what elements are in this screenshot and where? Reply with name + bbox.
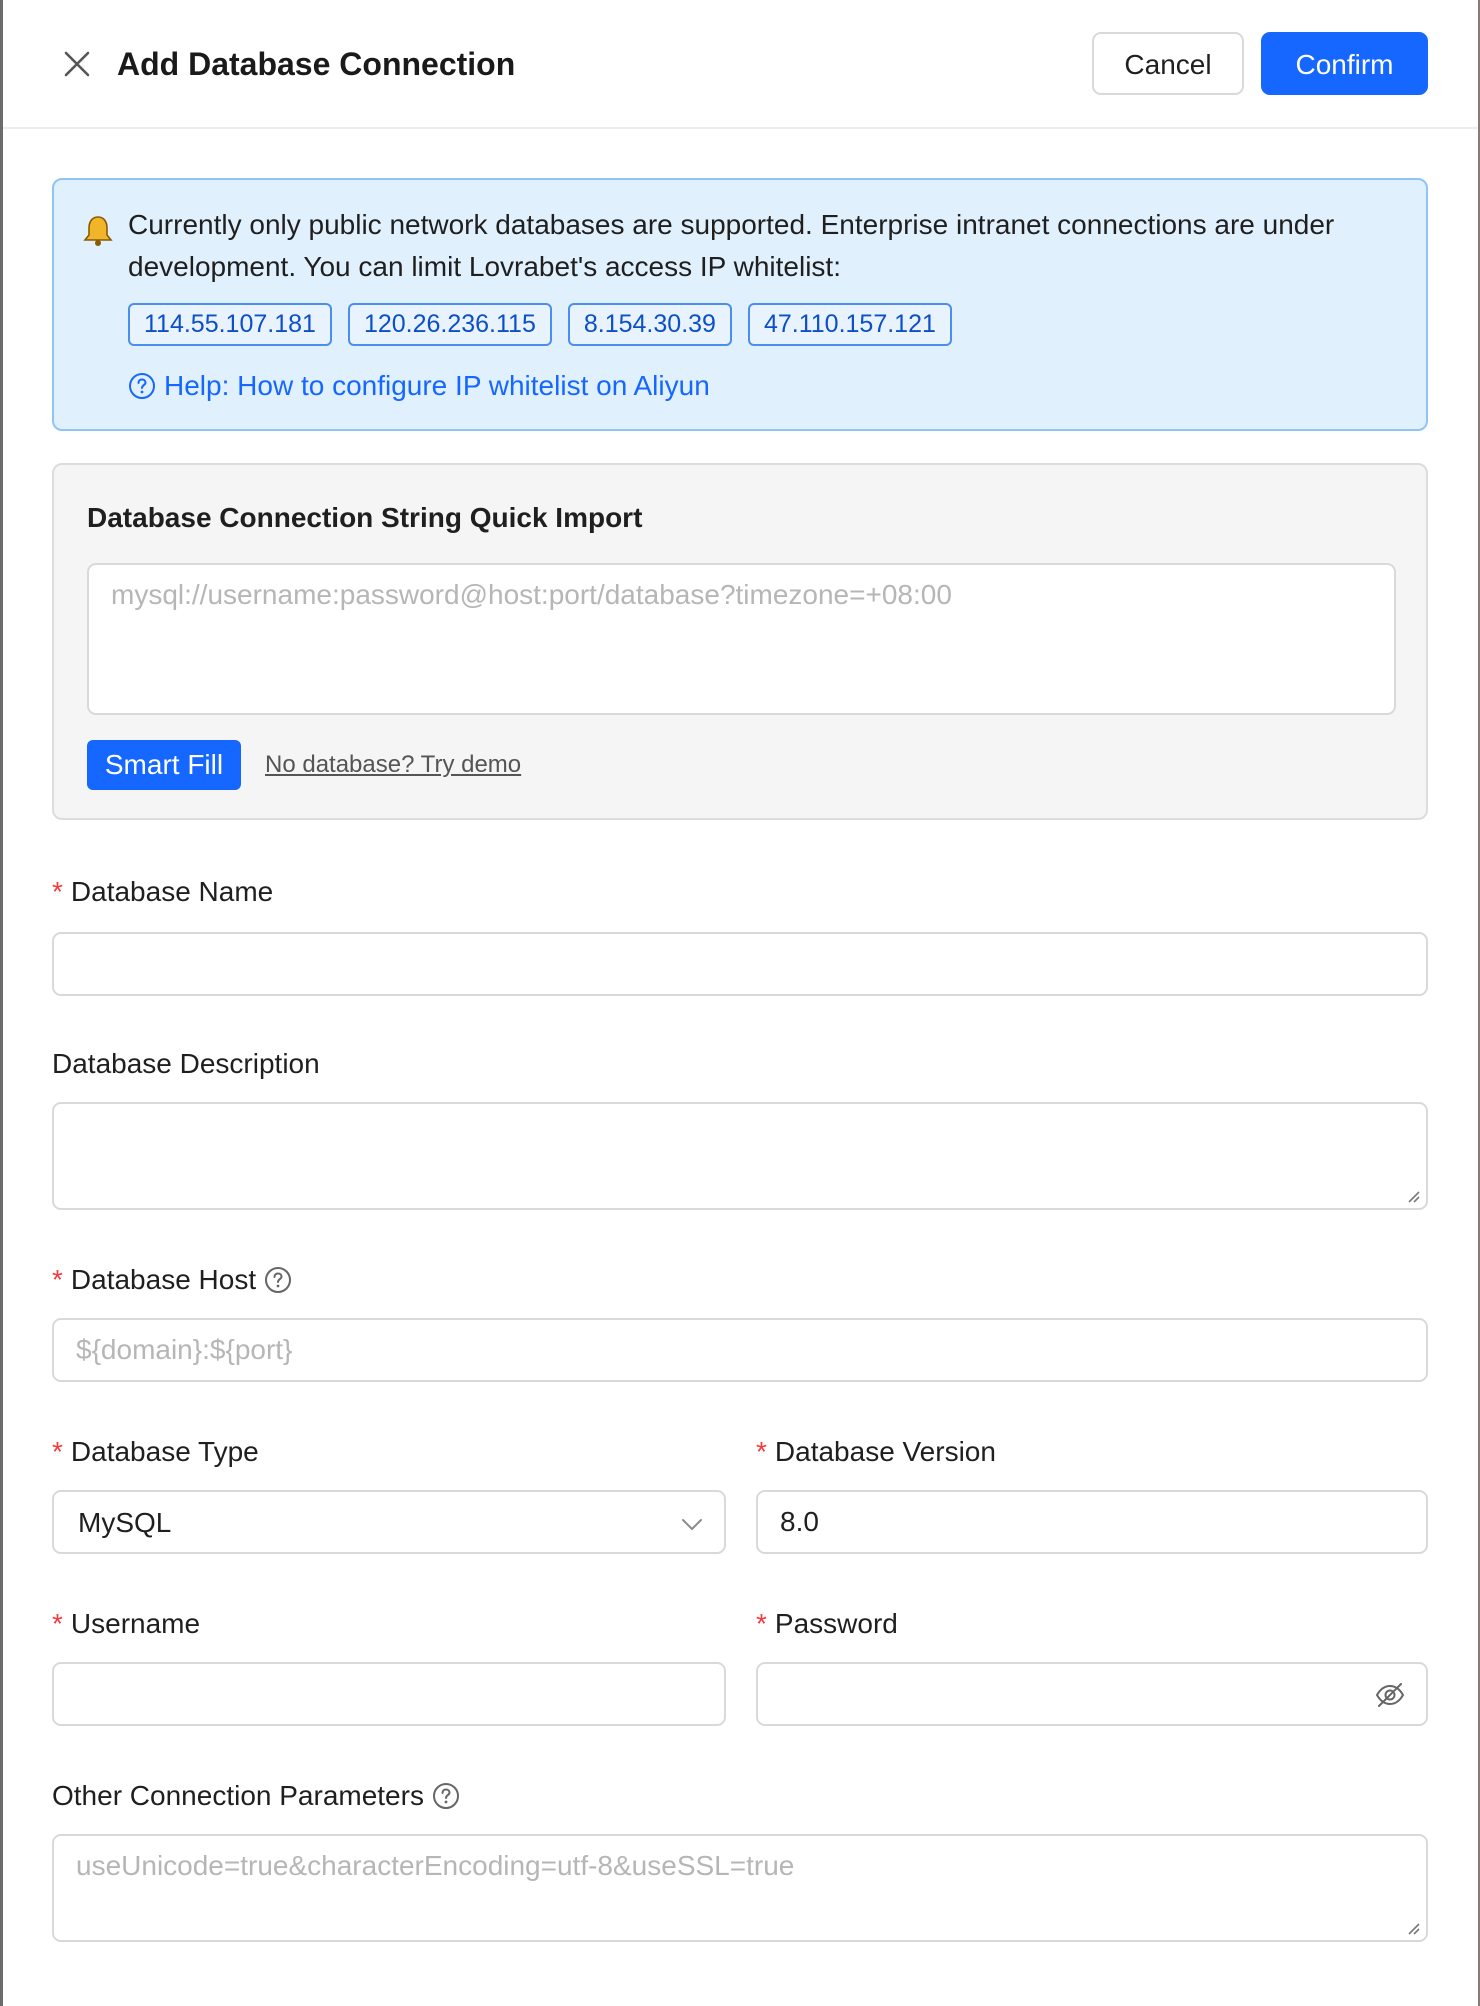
db-host-label: * Database Host [52, 1262, 292, 1298]
ip-tag[interactable]: 8.154.30.39 [567, 303, 732, 346]
db-type-select[interactable]: MySQL [52, 1490, 726, 1554]
password-label: * Password [756, 1606, 898, 1642]
db-name-label-text: Database Name [70, 876, 274, 907]
question-circle-icon [129, 373, 155, 399]
username-input[interactable] [52, 1662, 726, 1726]
ip-tag[interactable]: 120.26.236.115 [347, 303, 552, 346]
db-name-label: * Database Name [52, 874, 273, 910]
cancel-button[interactable]: Cancel [1092, 32, 1244, 95]
try-demo-link[interactable]: No database? Try demo [265, 748, 521, 782]
connection-string-input[interactable] [87, 563, 1396, 715]
required-mark: * [52, 1264, 63, 1295]
ip-list: 114.55.107.181 120.26.236.115 8.154.30.3… [128, 303, 952, 347]
db-version-label-text: Database Version [774, 1436, 996, 1467]
smart-fill-button[interactable]: Smart Fill [87, 740, 241, 790]
add-connection-drawer: Add Database Connection Cancel Confirm C… [3, 0, 1478, 2006]
confirm-button[interactable]: Confirm [1261, 32, 1428, 95]
help-whitelist-link[interactable]: Help: How to configure IP whitelist on A… [128, 366, 710, 406]
notice-text: Currently only public network databases … [128, 209, 1335, 282]
username-label-text: Username [70, 1608, 201, 1639]
ip-whitelist-notice: Currently only public network databases … [52, 178, 1428, 431]
db-type-label-text: Database Type [70, 1436, 259, 1467]
other-params-label: Other Connection Parameters [52, 1778, 460, 1814]
other-params-label-text: Other Connection Parameters [52, 1780, 424, 1811]
other-params-input[interactable] [52, 1834, 1428, 1942]
bell-icon [83, 216, 113, 246]
username-label: * Username [52, 1606, 200, 1642]
required-mark: * [52, 1436, 63, 1467]
page-title: Add Database Connection [117, 46, 516, 82]
eye-invisible-icon[interactable] [1374, 1679, 1406, 1711]
help-link-label: Help: How to configure IP whitelist on A… [164, 370, 710, 401]
required-mark: * [756, 1436, 767, 1467]
password-input[interactable] [756, 1662, 1428, 1726]
db-type-value: MySQL [78, 1507, 172, 1538]
question-circle-icon[interactable] [432, 1782, 460, 1810]
close-button[interactable] [57, 44, 97, 84]
db-version-input[interactable] [756, 1490, 1428, 1554]
ip-tag[interactable]: 114.55.107.181 [128, 303, 332, 346]
import-panel-title: Database Connection String Quick Import [87, 502, 643, 533]
db-description-label: Database Description [52, 1046, 320, 1082]
required-mark: * [52, 1608, 63, 1639]
chevron-down-icon [682, 1519, 702, 1530]
db-name-input[interactable] [52, 932, 1428, 996]
db-type-label: * Database Type [52, 1434, 259, 1470]
drawer-header: Add Database Connection Cancel Confirm [3, 0, 1478, 129]
close-icon [64, 51, 90, 77]
db-description-input[interactable] [52, 1102, 1428, 1210]
question-circle-icon[interactable] [264, 1266, 292, 1294]
db-version-label: * Database Version [756, 1434, 996, 1470]
password-label-text: Password [774, 1608, 898, 1639]
db-host-input[interactable] [52, 1318, 1428, 1382]
ip-tag[interactable]: 47.110.157.121 [747, 303, 952, 346]
required-mark: * [52, 876, 63, 907]
db-host-label-text: Database Host [70, 1264, 257, 1295]
connection-string-import-panel: Database Connection String Quick Import … [52, 463, 1428, 820]
required-mark: * [756, 1608, 767, 1639]
db-description-label-text: Database Description [52, 1048, 320, 1079]
